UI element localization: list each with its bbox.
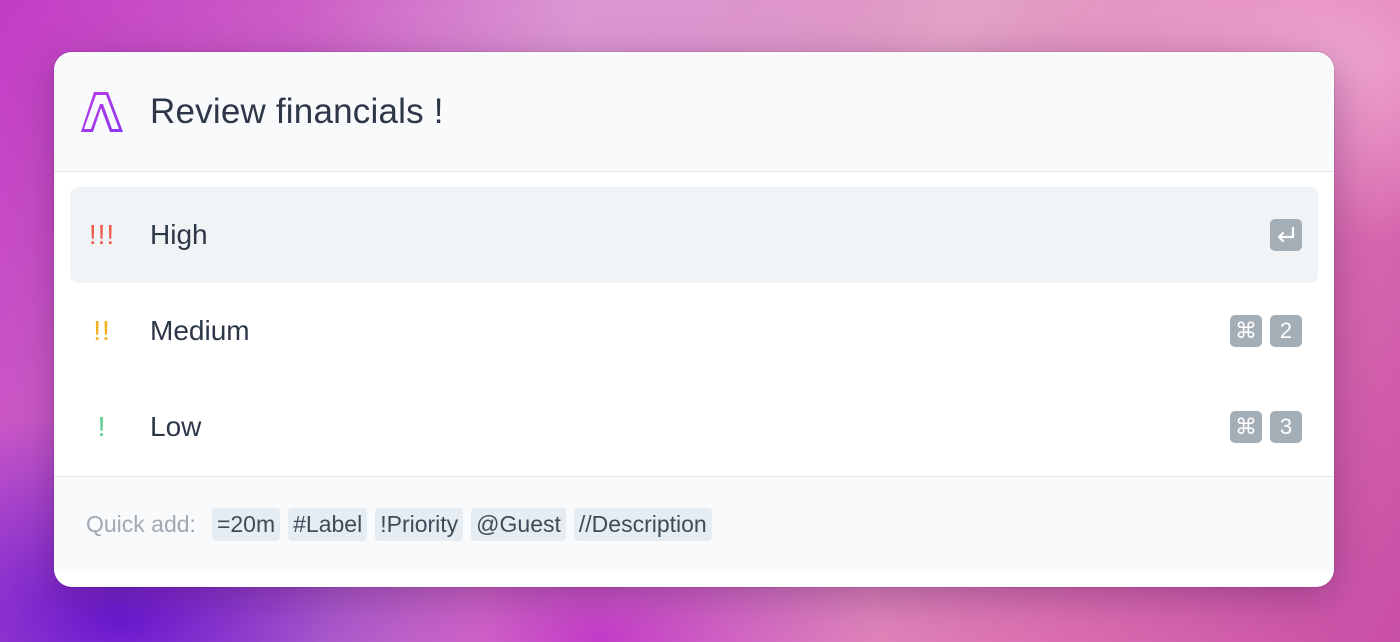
quick-add-chip-priority[interactable]: !Priority [375, 508, 464, 541]
command-key-icon: ⌘ [1230, 315, 1262, 347]
quick-add-chip-description[interactable]: //Description [573, 508, 712, 541]
quick-add-chip-label[interactable]: #Label [288, 508, 368, 541]
priority-picker-window: Review financials ! !!! High !! Medium ⌘… [54, 52, 1334, 587]
priority-medium-shortcut: ⌘ 2 [1230, 315, 1302, 347]
priority-list: !!! High !! Medium ⌘ 2 ! Low ⌘ 3 [54, 172, 1334, 477]
app-logo-icon [79, 89, 125, 135]
priority-high-marks: !!! [88, 219, 116, 250]
priority-high-shortcut [1270, 219, 1302, 251]
priority-option-high[interactable]: !!! High [70, 187, 1318, 283]
quick-add-chip-guest[interactable]: @Guest [471, 508, 566, 541]
shortcut-key-3: 3 [1270, 411, 1302, 443]
enter-key-icon [1270, 219, 1302, 251]
priority-medium-label: Medium [150, 315, 250, 346]
task-title[interactable]: Review financials ! [150, 92, 444, 132]
priority-option-low[interactable]: ! Low ⌘ 3 [70, 379, 1318, 475]
quick-add-bar: Quick add: =20m #Label !Priority @Guest … [54, 477, 1334, 572]
priority-option-medium[interactable]: !! Medium ⌘ 2 [70, 283, 1318, 379]
priority-low-shortcut: ⌘ 3 [1230, 411, 1302, 443]
priority-medium-marks: !! [93, 315, 111, 346]
task-header: Review financials ! [54, 52, 1334, 172]
priority-high-label: High [150, 219, 208, 250]
quick-add-chip-duration[interactable]: =20m [211, 508, 281, 541]
command-key-icon: ⌘ [1230, 411, 1262, 443]
quick-add-label: Quick add: [86, 511, 196, 537]
priority-low-label: Low [150, 411, 202, 442]
shortcut-key-2: 2 [1270, 315, 1302, 347]
priority-low-marks: ! [97, 411, 107, 442]
